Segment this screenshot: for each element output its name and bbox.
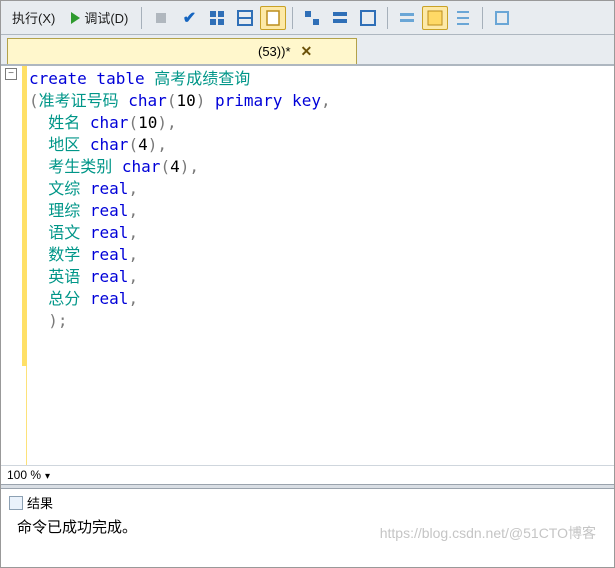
toolbar-separator <box>292 7 293 29</box>
code-line: ); <box>29 310 614 332</box>
code-line: 数学 real, <box>29 244 614 266</box>
tool-button-6[interactable] <box>355 6 381 30</box>
code-line: 地区 char(4), <box>29 134 614 156</box>
editor-margin: − <box>1 66 27 465</box>
more-icon <box>493 9 511 27</box>
blocks-icon <box>303 9 321 27</box>
results-tab-label: 结果 <box>27 493 53 512</box>
table-icon <box>236 9 254 27</box>
stack-icon <box>331 9 349 27</box>
tool-button-7[interactable] <box>394 6 420 30</box>
editor-area: − create table 高考成绩查询(准考证号码 char(10) pri… <box>1 65 614 465</box>
window-icon <box>359 9 377 27</box>
tool-button-2[interactable] <box>232 6 258 30</box>
tool-button-4[interactable] <box>299 6 325 30</box>
chevron-down-icon <box>45 468 50 482</box>
results-tab[interactable]: 结果 <box>9 493 606 512</box>
tool-button-8[interactable] <box>422 6 448 30</box>
parse-button[interactable]: ✔ <box>176 6 202 30</box>
toolbar-separator <box>141 7 142 29</box>
check-icon: ✔ <box>183 8 196 28</box>
tool-button-10[interactable] <box>489 6 515 30</box>
code-line: 姓名 char(10), <box>29 112 614 134</box>
tab-bar: (53))* ✕ <box>1 35 614 65</box>
main-toolbar: 执行(X) 调试(D) ✔ <box>1 1 614 35</box>
results-icon <box>9 496 23 510</box>
code-editor[interactable]: create table 高考成绩查询(准考证号码 char(10) prima… <box>27 66 614 465</box>
tool-button-9[interactable] <box>450 6 476 30</box>
tool-button-1[interactable] <box>204 6 230 30</box>
toolbar-separator <box>387 7 388 29</box>
code-line: 文综 real, <box>29 178 614 200</box>
indent-icon <box>454 9 472 27</box>
code-line: create table 高考成绩查询 <box>29 68 614 90</box>
results-pane: 结果 命令已成功完成。 <box>1 489 614 541</box>
comment-icon <box>398 9 416 27</box>
grid-icon <box>208 9 226 27</box>
stop-button[interactable] <box>148 6 174 30</box>
toolbar-separator <box>482 7 483 29</box>
tab-title: (53))* <box>258 44 291 59</box>
zoom-value: 100 % <box>7 468 41 482</box>
play-icon <box>71 12 80 24</box>
code-line: 考生类别 char(4), <box>29 156 614 178</box>
fold-toggle[interactable]: − <box>5 68 17 80</box>
tool-button-5[interactable] <box>327 6 353 30</box>
execute-button[interactable]: 执行(X) <box>5 5 62 30</box>
code-line: (准考证号码 char(10) primary key, <box>29 90 614 112</box>
results-message: 命令已成功完成。 <box>9 516 606 537</box>
zoom-control[interactable]: 100 % <box>1 465 614 484</box>
close-icon[interactable]: ✕ <box>301 43 313 60</box>
debug-button[interactable]: 调试(D) <box>64 5 135 30</box>
code-line: 语文 real, <box>29 222 614 244</box>
debug-label: 调试(D) <box>84 8 128 27</box>
code-line: 理综 real, <box>29 200 614 222</box>
code-line: 总分 real, <box>29 288 614 310</box>
code-line: 英语 real, <box>29 266 614 288</box>
tool-button-3[interactable] <box>260 6 286 30</box>
stop-icon <box>152 9 170 27</box>
query-tab[interactable]: (53))* ✕ <box>7 38 357 64</box>
modified-marker <box>22 66 27 366</box>
page-icon <box>264 9 282 27</box>
highlight-icon <box>426 9 444 27</box>
execute-label: 执行(X) <box>12 8 55 27</box>
